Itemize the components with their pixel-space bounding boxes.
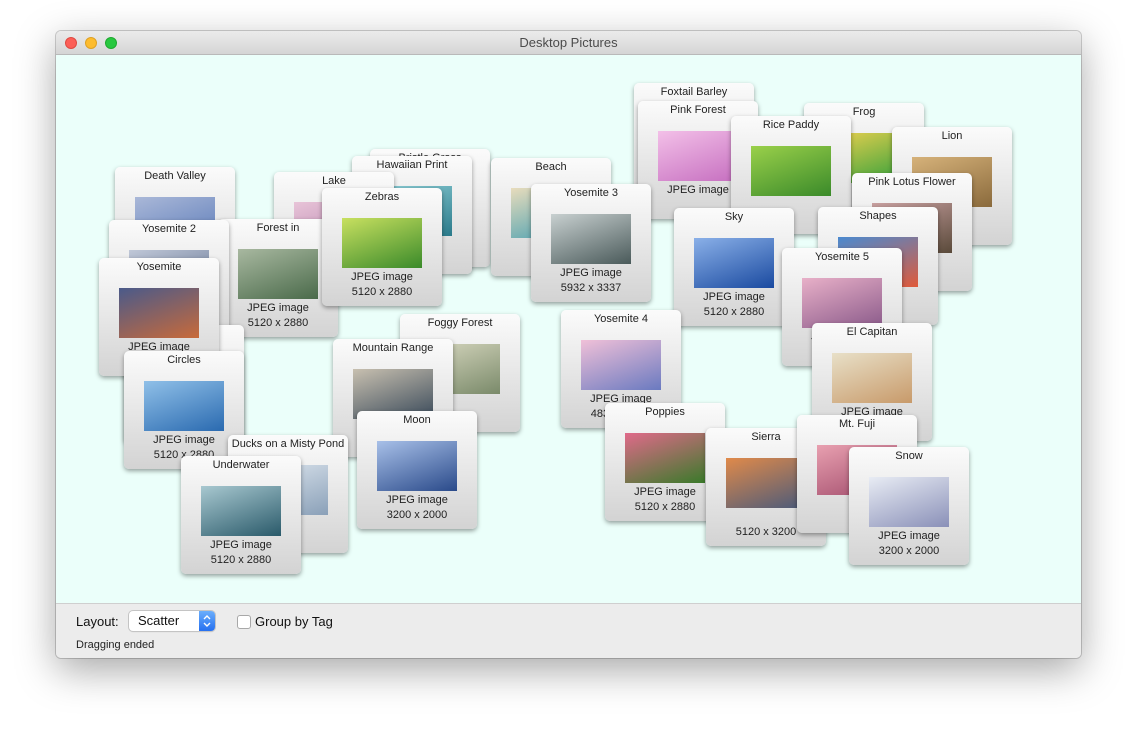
card-dimensions: 3200 x 2000: [878, 545, 940, 557]
card-thumbnail: [658, 131, 738, 181]
picture-card-sky[interactable]: Sky JPEG image 5120 x 2880: [674, 208, 794, 326]
picture-card-yosemite-3[interactable]: Yosemite 3 JPEG image 5932 x 3337: [531, 184, 651, 302]
card-dimensions: 5932 x 3337: [560, 282, 622, 294]
picture-card-moon[interactable]: Moon JPEG image 3200 x 2000: [357, 411, 477, 529]
card-thumbnail: [119, 288, 199, 338]
card-thumbnail: [832, 353, 912, 403]
card-title: Moon: [403, 414, 431, 426]
card-title: Shapes: [859, 210, 897, 222]
card-kind: JPEG image: [210, 539, 272, 551]
picture-card-snow[interactable]: Snow JPEG image 3200 x 2000: [849, 447, 969, 565]
card-title: Poppies: [645, 406, 685, 418]
card-thumbnail: [201, 486, 281, 536]
card-title: Yosemite 3: [563, 187, 619, 199]
card-kind: JPEG image: [153, 434, 215, 446]
title-bar[interactable]: Desktop Pictures: [56, 31, 1081, 55]
card-kind: JPEG image: [247, 302, 309, 314]
card-title: Foggy Forest: [427, 317, 493, 329]
card-title: Snow: [895, 450, 923, 462]
card-title: Zebras: [364, 191, 400, 203]
card-title: Circles: [167, 354, 201, 366]
card-title: Lion: [941, 130, 963, 142]
card-title: El Capitan: [846, 326, 898, 338]
card-title: Yosemite 5: [814, 251, 870, 263]
card-title: Hawaiian Print: [376, 159, 448, 171]
layout-popup-value: Scatter: [138, 613, 180, 628]
card-thumbnail: [625, 433, 705, 483]
card-thumbnail: [342, 218, 422, 268]
picture-card-underwater[interactable]: Underwater JPEG image 5120 x 2880: [181, 456, 301, 574]
card-dimensions: 3200 x 2000: [386, 509, 448, 521]
layout-popup-button[interactable]: Scatter: [129, 611, 215, 631]
card-title: Mt. Fuji: [838, 418, 876, 430]
card-title: Forest in: [256, 222, 300, 234]
card-thumbnail: [238, 249, 318, 299]
card-title: Lake: [322, 175, 346, 187]
card-title: Beach: [535, 161, 567, 173]
card-title: Foxtail Barley: [660, 86, 728, 98]
card-thumbnail: [581, 340, 661, 390]
card-thumbnail: [144, 381, 224, 431]
popup-arrows-icon: [199, 611, 215, 631]
card-thumbnail: [377, 441, 457, 491]
card-thumbnail: [694, 238, 774, 288]
picture-card-zebras[interactable]: Zebras JPEG image 5120 x 2880: [322, 188, 442, 306]
status-text: Dragging ended: [76, 639, 155, 651]
layout-label: Layout:: [76, 614, 119, 629]
card-thumbnail: [802, 278, 882, 328]
card-title: Death Valley: [144, 170, 206, 182]
card-title: Sky: [724, 211, 744, 223]
card-title: Pink Lotus Flower: [868, 176, 956, 188]
picture-card-forest-in[interactable]: Forest in JPEG image 5120 x 2880: [218, 219, 338, 337]
card-thumbnail: [726, 458, 806, 508]
card-kind: JPEG image: [351, 271, 413, 283]
card-kind: JPEG image: [386, 494, 448, 506]
card-title: Mountain Range: [352, 342, 434, 354]
card-title: Yosemite: [136, 261, 182, 273]
card-thumbnail: [551, 214, 631, 264]
group-by-tag-label[interactable]: Group by Tag: [255, 614, 333, 629]
card-dimensions: 5120 x 2880: [703, 306, 765, 318]
card-title: Underwater: [212, 459, 270, 471]
card-dimensions: 5120 x 2880: [210, 554, 272, 566]
card-kind: JPEG image: [703, 291, 765, 303]
card-kind: JPEG image: [878, 530, 940, 542]
card-thumbnail: [869, 477, 949, 527]
picture-card-circles[interactable]: Circles JPEG image 5120 x 2880: [124, 351, 244, 469]
card-title: Ducks on a Misty Pond: [231, 438, 345, 450]
card-dimensions: 5120 x 2880: [351, 286, 413, 298]
card-kind: JPEG image: [560, 267, 622, 279]
card-title: Yosemite 2: [141, 223, 197, 235]
card-title: Pink Forest: [670, 104, 726, 116]
window-title: Desktop Pictures: [519, 35, 618, 50]
card-title: Rice Paddy: [762, 119, 820, 131]
group-by-tag-checkbox[interactable]: [237, 615, 251, 629]
desktop-pictures-window: Desktop Pictures Foxtail Barley Pink For…: [56, 31, 1081, 658]
card-thumbnail: [751, 146, 831, 196]
bottom-bar: Layout: Scatter Group by Tag Dragging en…: [56, 603, 1081, 658]
card-title: Yosemite 4: [593, 313, 649, 325]
picture-scatter-view[interactable]: Foxtail Barley Pink Forest JPEG image Fro…: [56, 55, 1081, 603]
